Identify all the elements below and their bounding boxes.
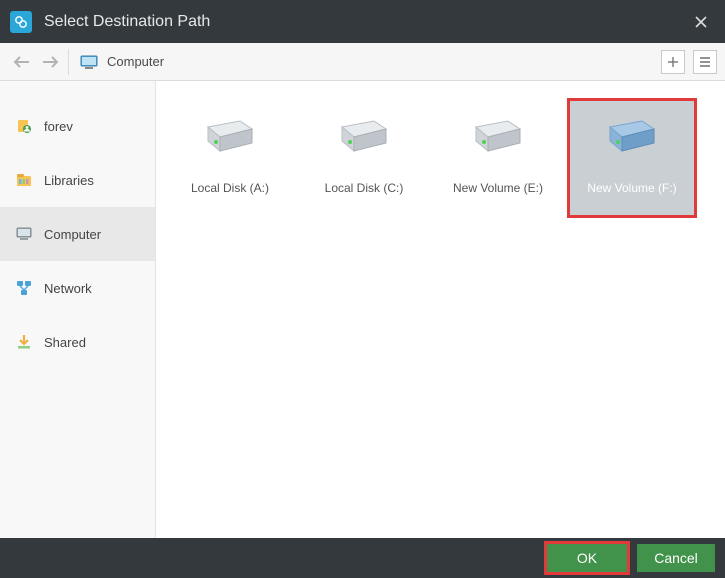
- sidebar-item-label: Network: [44, 281, 92, 296]
- sidebar-item-user[interactable]: forev: [0, 99, 155, 153]
- sidebar-item-label: forev: [44, 119, 73, 134]
- user-icon: [14, 116, 34, 136]
- drive-item[interactable]: Local Disk (A:): [166, 99, 294, 217]
- sidebar-item-computer[interactable]: Computer: [0, 207, 155, 261]
- shared-icon: [14, 332, 34, 352]
- breadcrumb-text: Computer: [107, 54, 164, 69]
- view-list-button[interactable]: [693, 50, 717, 74]
- drive-label: Local Disk (C:): [325, 181, 404, 195]
- footer: OK Cancel: [0, 538, 725, 578]
- drive-icon: [202, 107, 258, 171]
- close-button[interactable]: [687, 8, 715, 36]
- window-title: Select Destination Path: [44, 13, 687, 31]
- drive-item[interactable]: New Volume (E:): [434, 99, 562, 217]
- sidebar-item-libraries[interactable]: Libraries: [0, 153, 155, 207]
- sidebar-item-label: Shared: [44, 335, 86, 350]
- drive-item-selected[interactable]: New Volume (F:): [568, 99, 696, 217]
- nav-forward-button[interactable]: [36, 48, 64, 76]
- toolbar-separator: [68, 49, 69, 75]
- sidebar-item-network[interactable]: Network: [0, 261, 155, 315]
- drive-label: New Volume (F:): [587, 181, 676, 195]
- new-folder-button[interactable]: [661, 50, 685, 74]
- sidebar-item-label: Libraries: [44, 173, 94, 188]
- drive-icon: [604, 107, 660, 171]
- body: forev Libraries Computer Network: [0, 81, 725, 538]
- drive-grid: Local Disk (A:) Local Disk (C:) New Volu…: [156, 81, 725, 538]
- computer-icon: [79, 54, 99, 70]
- sidebar: forev Libraries Computer Network: [0, 81, 156, 538]
- plus-icon: [666, 55, 680, 69]
- arrow-right-icon: [40, 54, 60, 70]
- titlebar: Select Destination Path: [0, 0, 725, 43]
- drive-icon: [336, 107, 392, 171]
- close-icon: [694, 15, 708, 29]
- sidebar-item-shared[interactable]: Shared: [0, 315, 155, 369]
- libraries-icon: [14, 170, 34, 190]
- app-icon: [10, 11, 32, 33]
- arrow-left-icon: [12, 54, 32, 70]
- breadcrumb[interactable]: Computer: [79, 54, 661, 70]
- drive-label: New Volume (E:): [453, 181, 543, 195]
- ok-button[interactable]: OK: [547, 544, 627, 572]
- computer-icon: [14, 224, 34, 244]
- toolbar: Computer: [0, 43, 725, 81]
- nav-back-button[interactable]: [8, 48, 36, 76]
- list-icon: [698, 55, 712, 69]
- network-icon: [14, 278, 34, 298]
- drive-label: Local Disk (A:): [191, 181, 269, 195]
- drive-icon: [470, 107, 526, 171]
- cancel-button[interactable]: Cancel: [637, 544, 715, 572]
- drive-item[interactable]: Local Disk (C:): [300, 99, 428, 217]
- sidebar-item-label: Computer: [44, 227, 101, 242]
